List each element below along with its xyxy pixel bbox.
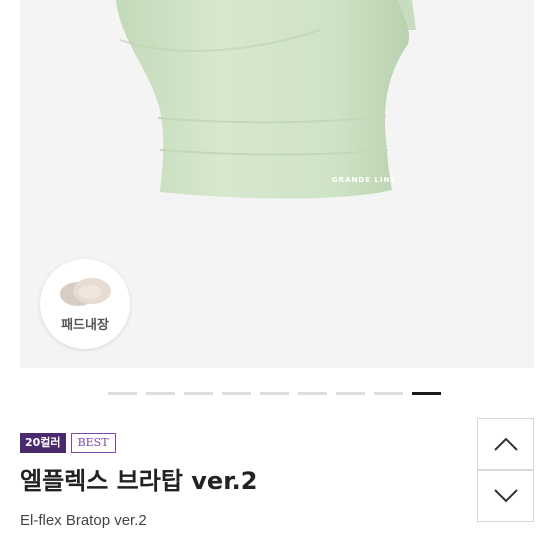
carousel-dot[interactable]: [222, 392, 251, 395]
best-badge: BEST: [70, 433, 116, 453]
carousel-dot[interactable]: [146, 392, 175, 395]
chevron-up-icon: [493, 437, 518, 451]
carousel-dot[interactable]: [298, 392, 327, 395]
brand-watermark: GRANDE LINE: [332, 176, 397, 184]
pad-badge-label: 패드내장: [61, 318, 109, 333]
chevron-down-icon: [493, 489, 518, 503]
carousel-dot[interactable]: [336, 392, 365, 395]
bra-pad-icon: [60, 278, 111, 306]
carousel-dot[interactable]: [260, 392, 289, 395]
carousel-dot-active[interactable]: [412, 392, 441, 395]
product-title: 엘플렉스 브라탑 ver.2: [20, 467, 258, 495]
color-count-badge: 20컬러: [20, 433, 66, 453]
carousel-indicator: [108, 392, 441, 396]
product-badges: 20컬러 BEST: [20, 433, 116, 453]
product-subtitle: El-flex Bratop ver.2: [20, 512, 147, 529]
scroll-down-button[interactable]: [477, 470, 534, 522]
carousel-dot[interactable]: [374, 392, 403, 395]
pad-badge: 패드내장: [40, 259, 130, 349]
carousel-dot[interactable]: [108, 392, 137, 395]
carousel-dot[interactable]: [184, 392, 213, 395]
scroll-up-button[interactable]: [477, 418, 534, 470]
